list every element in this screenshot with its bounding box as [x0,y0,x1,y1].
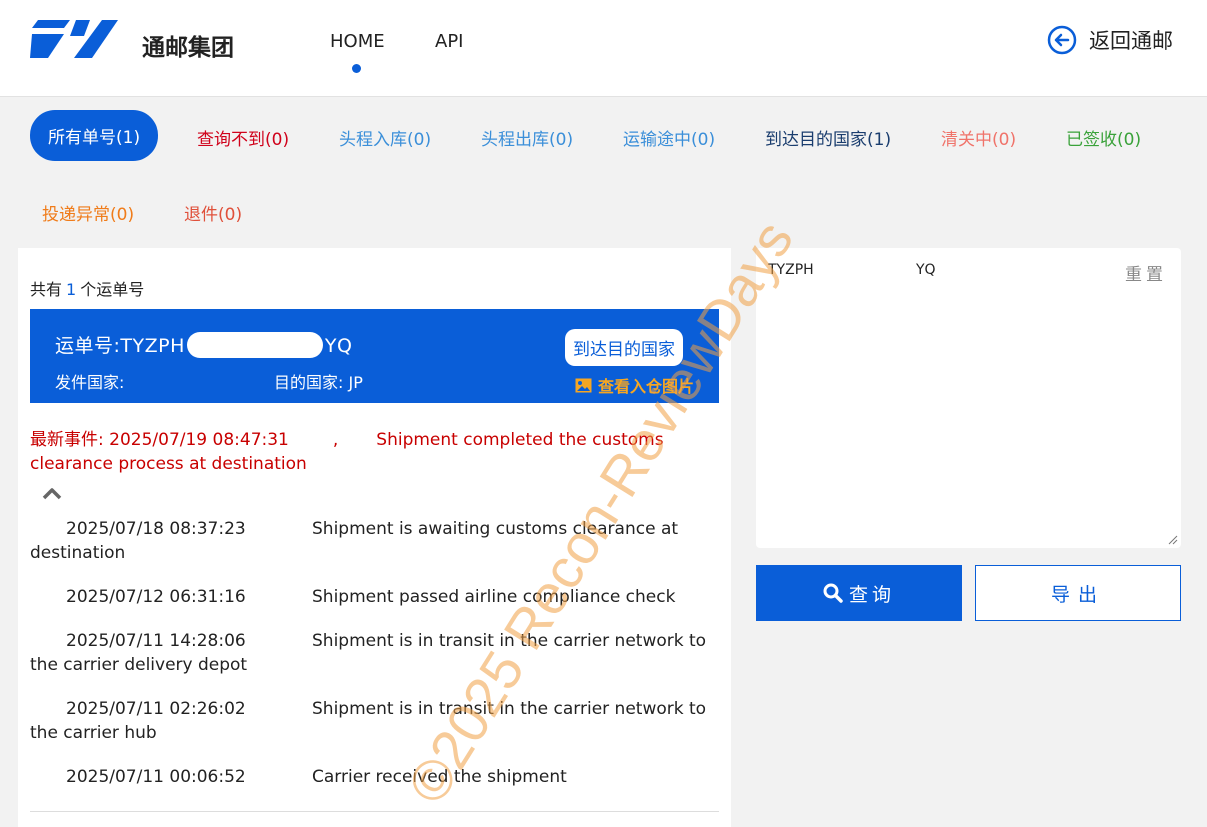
event-row: 2025/07/11 00:06:52 Carrier received the … [30,765,720,789]
list-divider [30,811,719,812]
export-button[interactable]: 导出 [975,565,1181,621]
search-icon [823,583,843,603]
tab-first-leg-outbound[interactable]: 头程出库(0) [481,125,573,150]
tongyou-logo[interactable] [30,20,118,60]
event-text: Shipment passed airline compliance check [312,587,676,607]
event-time: 2025/07/11 14:28:06 [66,631,246,651]
latest-event-label: 最新事件: 2025/07/19 08:47:31 [30,430,289,450]
tab-delivery-exception[interactable]: 投递异常(0) [42,200,134,225]
latest-event: 最新事件: 2025/07/19 08:47:31, Shipment compl… [30,428,710,476]
tab-in-transit[interactable]: 运输途中(0) [623,125,715,150]
tab-not-found[interactable]: 查询不到(0) [197,125,289,150]
event-time: 2025/07/12 06:31:16 [66,587,246,607]
nav-api[interactable]: API [435,31,463,52]
count-prefix: 共有 [30,280,63,299]
input-value-end: YQ [916,262,936,278]
origin-country: 发件国家: [55,373,125,392]
event-text: Carrier received the shipment [312,767,567,787]
tab-delivered[interactable]: 已签收(0) [1066,125,1141,150]
event-time: 2025/07/11 02:26:02 [66,699,246,719]
shipment-card[interactable]: 运单号:TYZPH YQ 发件国家: 目的国家: JP 到达目的国家 查看入仓图片 [30,309,719,403]
tracking-suffix: YQ [324,335,353,357]
image-icon [575,378,592,392]
chevron-up-icon[interactable] [42,486,62,500]
nav-home[interactable]: HOME [330,31,385,52]
input-value-start: TYZPH [768,262,814,278]
status-badge-button[interactable]: 到达目的国家 [565,329,683,366]
query-button-label: 查询 [848,583,895,606]
event-row: 2025/07/12 06:31:16 Shipment passed airli… [30,585,720,609]
event-row: 2025/07/11 02:26:02 Shipment is in transi… [30,697,720,745]
count-suffix: 个运单号 [80,280,145,299]
event-time: 2025/07/11 00:06:52 [66,767,246,787]
tracking-prefix: 运单号:TYZPH [55,335,185,357]
view-warehouse-photos-link[interactable]: 查看入仓图片 [575,373,694,397]
back-to-home-link[interactable]: 返回通邮 [1047,25,1173,55]
photo-link-label: 查看入仓图片 [598,377,695,396]
back-label: 返回通邮 [1089,29,1173,53]
redaction-mask [186,331,323,358]
query-button[interactable]: 查询 [756,565,962,621]
arrow-left-circle-icon [1047,25,1077,55]
tab-arrived-destination[interactable]: 到达目的国家(1) [765,125,891,150]
top-header: 通邮集团 HOME API 返回通邮 [0,0,1207,97]
event-time: 2025/07/18 08:37:23 [66,519,246,539]
destination-country: 目的国家: JP [274,373,363,392]
nav-active-indicator [352,64,361,73]
tab-all[interactable]: 所有单号(1) [30,110,159,161]
event-row: 2025/07/18 08:37:23 Shipment is awaiting … [30,517,720,565]
brand-name: 通邮集团 [142,35,234,61]
results-panel: 共有 1 个运单号 运单号:TYZPH YQ 发件国家: 目的国家: JP 到达目的国… [18,248,731,827]
count-number: 1 [66,280,77,299]
latest-event-separator: , [332,430,339,450]
reset-button[interactable]: 重置 [1125,260,1167,285]
tab-returned[interactable]: 退件(0) [184,200,242,225]
event-row: 2025/07/11 14:28:06 Shipment is in transi… [30,629,720,677]
result-count: 共有 1 个运单号 [30,276,144,300]
tracking-number-input[interactable]: TYZPH YQ 重置 [756,248,1181,548]
tracking-number: 运单号:TYZPH YQ [55,331,352,358]
resize-handle-icon[interactable] [1168,535,1178,545]
tab-customs-clearance[interactable]: 清关中(0) [941,125,1016,150]
tab-first-leg-inbound[interactable]: 头程入库(0) [339,125,431,150]
